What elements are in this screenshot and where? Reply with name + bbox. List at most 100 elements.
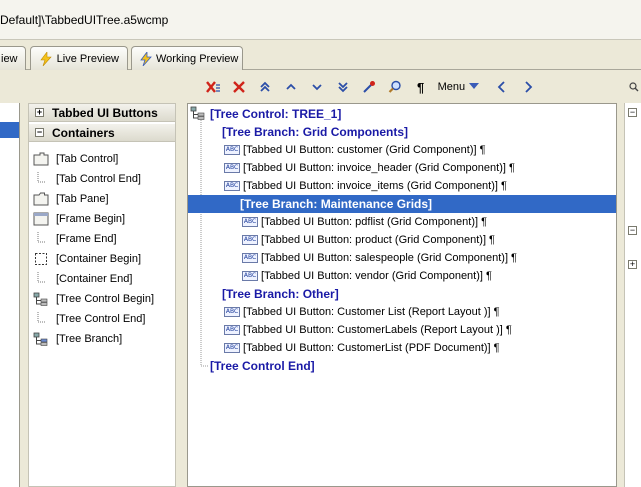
frame-icon (32, 211, 50, 227)
tree-row-button[interactable]: ABC [Tabbed UI Button: invoice_items (Gr… (188, 177, 616, 195)
window-title: Default]\TabbedUITree.a5wcmp (0, 13, 169, 27)
search-icon[interactable] (627, 76, 641, 98)
tree-row-label: [Tree Control End] (210, 359, 315, 373)
forward-arrow-icon[interactable] (515, 76, 541, 98)
pilcrow-icon: ¶ (485, 270, 492, 282)
pilcrow-icon: ¶ (489, 234, 495, 246)
container-icon (32, 251, 50, 267)
delete-all-icon[interactable] (200, 76, 226, 98)
edit-wand-icon[interactable] (356, 76, 382, 98)
pilcrow-icon: ¶ (481, 216, 487, 228)
right-properties-panel: − − + (624, 103, 641, 487)
end-marker-icon (32, 311, 50, 327)
item-label: [Tab Pane] (56, 193, 109, 205)
palette-item-tree-branch[interactable]: [Tree Branch] (29, 329, 175, 349)
tree-row-label: [Tree Control: TREE_1] (210, 107, 342, 121)
control-palette: + Tabbed UI Buttons − Containers [Tab Co… (28, 103, 176, 487)
tree-row-button[interactable]: ABC [Tabbed UI Button: salespeople (Grid… (188, 249, 616, 267)
button-abc-icon: ABC (224, 181, 240, 191)
lightning-icon (39, 51, 53, 66)
palette-item-tab-control[interactable]: [Tab Control] (29, 149, 175, 169)
group-label: Tabbed UI Buttons (52, 105, 158, 120)
menu-button[interactable]: Menu (434, 76, 484, 98)
tree-control-icon (190, 106, 206, 123)
palette-item-tab-pane[interactable]: [Tab Pane] (29, 189, 175, 209)
tree-row-branch[interactable]: [Tree Branch: Other] (188, 285, 616, 303)
tree-row-button[interactable]: ABC [Tabbed UI Button: pdflist (Grid Com… (188, 213, 616, 231)
palette-item-frame-end[interactable]: [Frame End] (29, 229, 175, 249)
item-label: [Tab Control] (56, 153, 119, 165)
item-label: [Frame End] (56, 233, 117, 245)
menu-label: Menu (437, 81, 466, 93)
tree-row-button[interactable]: ABC [Tabbed UI Button: product (Grid Com… (188, 231, 616, 249)
tab-live-preview[interactable]: Live Preview (30, 46, 128, 70)
end-marker-icon (32, 231, 50, 247)
pilcrow-icon: ¶ (508, 162, 515, 174)
selected-item-highlight[interactable] (0, 122, 19, 138)
pilcrow-icon[interactable]: ¶ (408, 76, 434, 98)
expand-icon[interactable]: + (35, 108, 44, 117)
tab-label: Live Preview (56, 52, 119, 65)
collapse-icon[interactable]: − (35, 128, 44, 137)
tree-row-label: [Tree Branch: Other] (222, 287, 339, 301)
button-abc-icon: ABC (242, 253, 258, 263)
end-marker-icon (32, 271, 50, 287)
end-marker-icon (32, 171, 50, 187)
tree-row-control[interactable]: [Tree Control: TREE_1] (188, 105, 616, 123)
left-panel-strip (0, 103, 20, 487)
tree-branch-icon (32, 331, 50, 347)
item-label: [Container Begin] (56, 253, 141, 265)
tree-row-branch-selected[interactable]: [Tree Branch: Maintenance Grids] (188, 195, 616, 213)
button-abc-icon: ABC (224, 307, 240, 317)
tree-row-button[interactable]: ABC [Tabbed UI Button: Customer List (Re… (188, 303, 616, 321)
button-abc-icon: ABC (242, 235, 258, 245)
palette-item-container-begin[interactable]: [Container Begin] (29, 249, 175, 269)
tree-toolbar: ¶ Menu (188, 74, 641, 100)
palette-group-containers[interactable]: − Containers (29, 124, 175, 142)
button-abc-icon: ABC (242, 217, 258, 227)
tree-row-label: [Tree Branch: Maintenance Grids] (240, 197, 433, 211)
palette-item-container-end[interactable]: [Container End] (29, 269, 175, 289)
tree-row-label: [Tabbed UI Button: invoice_items (Grid C… (243, 180, 498, 192)
tree-row-label: [Tabbed UI Button: pdflist (Grid Compone… (261, 216, 479, 228)
tree-row-control-end[interactable]: [Tree Control End] (188, 357, 616, 375)
collapse-icon[interactable]: − (628, 108, 637, 117)
pilcrow-icon: ¶ (479, 144, 486, 156)
group-label: Containers (52, 125, 115, 140)
tree-editor: [Tree Control: TREE_1] [Tree Branch: Gri… (187, 103, 617, 487)
find-icon[interactable] (382, 76, 408, 98)
back-arrow-icon[interactable] (489, 76, 515, 98)
tab-control-icon (32, 151, 50, 167)
palette-item-tree-control-begin[interactable]: [Tree Control Begin] (29, 289, 175, 309)
collapse-icon[interactable]: − (628, 226, 637, 235)
palette-item-frame-begin[interactable]: [Frame Begin] (29, 209, 175, 229)
tree-row-button[interactable]: ABC [Tabbed UI Button: CustomerList (PDF… (188, 339, 616, 357)
tree-row-button[interactable]: ABC [Tabbed UI Button: CustomerLabels (R… (188, 321, 616, 339)
tree-row-button[interactable]: ABC [Tabbed UI Button: customer (Grid Co… (188, 141, 616, 159)
item-label: [Frame Begin] (56, 213, 126, 225)
expand-icon[interactable]: + (628, 260, 637, 269)
tree-row-button[interactable]: ABC [Tabbed UI Button: vendor (Grid Comp… (188, 267, 616, 285)
palette-group-tabbed-ui-buttons[interactable]: + Tabbed UI Buttons (29, 104, 175, 122)
pilcrow-icon: ¶ (511, 252, 517, 264)
button-abc-icon: ABC (224, 343, 240, 353)
tree-row-label: [Tabbed UI Button: CustomerList (PDF Doc… (243, 342, 491, 354)
tree-row-label: [Tabbed UI Button: invoice_header (Grid … (243, 162, 506, 174)
item-label: [Tab Control End] (56, 173, 141, 185)
tree-control-icon (32, 291, 50, 307)
move-top-icon[interactable] (252, 76, 278, 98)
pilcrow-icon: ¶ (500, 180, 507, 192)
palette-item-tab-control-end[interactable]: [Tab Control End] (29, 169, 175, 189)
tab-design-view[interactable]: iew (0, 46, 26, 70)
item-label: [Tree Control Begin] (56, 293, 155, 305)
tree-row-branch[interactable]: [Tree Branch: Grid Components] (188, 123, 616, 141)
move-bottom-icon[interactable] (330, 76, 356, 98)
palette-item-tree-control-end[interactable]: [Tree Control End] (29, 309, 175, 329)
delete-icon[interactable] (226, 76, 252, 98)
move-down-icon[interactable] (304, 76, 330, 98)
tree-row-label: [Tabbed UI Button: customer (Grid Compon… (243, 144, 477, 156)
lightning-blue-icon (140, 51, 152, 66)
move-up-icon[interactable] (278, 76, 304, 98)
tab-working-preview[interactable]: Working Preview (131, 46, 243, 70)
tree-row-button[interactable]: ABC [Tabbed UI Button: invoice_header (G… (188, 159, 616, 177)
